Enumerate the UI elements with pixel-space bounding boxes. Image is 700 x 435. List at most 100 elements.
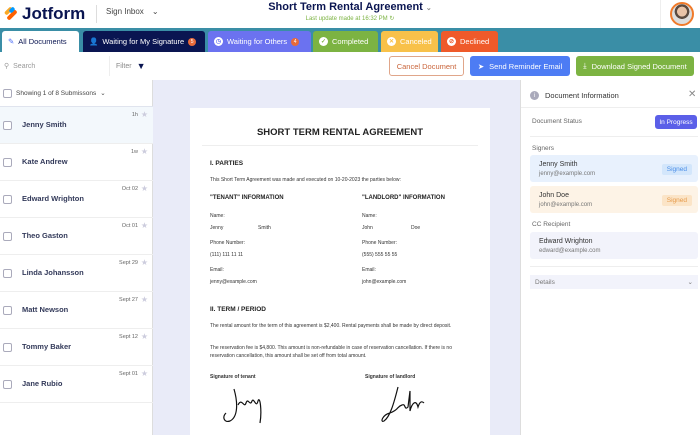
details-dropdown[interactable]: Details ⌄ <box>530 275 698 289</box>
filter-button[interactable]: Filter ▼ <box>110 56 150 76</box>
x-circle-icon: ✕ <box>387 37 396 46</box>
label: Email: <box>210 267 224 273</box>
signed-badge: Signed <box>661 164 692 175</box>
refresh-icon[interactable]: ↻ <box>389 16 394 22</box>
list-item[interactable]: Matt Newson Sept 27 ★ <box>0 292 153 329</box>
star-icon[interactable]: ★ <box>141 295 148 304</box>
paragraph: The reservation fee is $4,800. This amou… <box>210 345 452 359</box>
intro-text: This Short Term Agreement was made and e… <box>210 177 401 183</box>
row-checkbox[interactable] <box>3 158 12 167</box>
tab-completed[interactable]: ✓ Completed <box>313 31 378 52</box>
download-signed-button[interactable]: ⤓ Download Signed Document <box>576 56 694 76</box>
panel-header: i Document Information <box>530 91 619 100</box>
tab-all-documents[interactable]: ✎ All Documents <box>2 31 79 52</box>
signer-card[interactable]: John Doe john@example.com Signed <box>530 186 698 213</box>
submission-date: Sept 01 <box>119 371 138 377</box>
submission-date: Oct 01 <box>121 223 138 229</box>
send-reminder-button[interactable]: ➤ Send Reminder Email <box>470 56 570 76</box>
divider <box>530 266 698 267</box>
submitter-name: Kate Andrew <box>22 157 68 166</box>
list-item[interactable]: Kate Andrew 1w ★ <box>0 144 153 181</box>
last-update: Last update made at 16:32 PM ↻ <box>0 15 700 22</box>
signer-name: Jenny Smith <box>539 161 578 168</box>
submitter-name: Theo Gaston <box>22 231 68 240</box>
filter-label: Filter <box>116 62 132 70</box>
document-title[interactable]: Short Term Rental Agreement ⌄ <box>0 1 700 13</box>
tab-bar: ✎ All Documents 👤 Waiting for My Signature… <box>0 28 700 52</box>
row-checkbox[interactable] <box>3 195 12 204</box>
tab-waiting-for-others[interactable]: ◷ Waiting for Others 4 <box>208 31 311 52</box>
doc-title: SHORT TERM RENTAL AGREEMENT <box>256 127 424 138</box>
submission-date: Sept 29 <box>119 260 138 266</box>
cc-card[interactable]: Edward Wrighton edward@example.com <box>530 232 698 259</box>
row-checkbox[interactable] <box>3 121 12 130</box>
list-item[interactable]: Jane Rubio Sept 01 ★ <box>0 366 153 403</box>
label: Email: <box>362 267 376 273</box>
row-checkbox[interactable] <box>3 269 12 278</box>
send-icon: ➤ <box>477 61 485 71</box>
tenant-email: jenny@example.com <box>210 279 257 285</box>
user-icon: 👤 <box>89 37 99 46</box>
divider <box>202 145 478 146</box>
cancel-document-button[interactable]: Cancel Document <box>389 56 464 76</box>
row-checkbox[interactable] <box>3 380 12 389</box>
select-all-checkbox[interactable] <box>3 88 12 98</box>
tab-label: All Documents <box>18 37 67 46</box>
signers-label: Signers <box>532 145 555 152</box>
avatar[interactable] <box>670 2 694 26</box>
tenant-signature <box>223 388 262 424</box>
signature-label: Signature of tenant <box>210 374 256 380</box>
star-icon[interactable]: ★ <box>141 221 148 230</box>
clock-icon: ◷ <box>214 37 223 46</box>
list-item[interactable]: Theo Gaston Oct 01 ★ <box>0 218 153 255</box>
button-label: Cancel Document <box>396 61 457 71</box>
list-item[interactable]: Edward Wrighton Oct 02 ★ <box>0 181 153 218</box>
landlord-heading: "LANDLORD" INFORMATION <box>362 195 445 201</box>
close-icon[interactable]: ✕ <box>688 89 696 100</box>
panel-title: Document Information <box>545 91 619 100</box>
search-icon: ⚲ <box>4 63 10 70</box>
star-icon[interactable]: ★ <box>141 147 148 156</box>
status-badge: In Progress <box>655 115 697 129</box>
tab-declined[interactable]: ⊘ Declined <box>441 31 498 52</box>
list-item[interactable]: Tommy Baker Sept 12 ★ <box>0 329 153 366</box>
tab-waiting-for-my-signature[interactable]: 👤 Waiting for My Signature 5 <box>83 31 205 52</box>
landlord-first-name: John <box>362 225 373 231</box>
row-checkbox[interactable] <box>3 232 12 241</box>
button-label: Download Signed Document <box>591 61 687 71</box>
ban-icon: ⊘ <box>447 37 456 46</box>
cc-name: Edward Wrighton <box>539 238 593 245</box>
search-placeholder: Search <box>13 62 36 70</box>
star-icon[interactable]: ★ <box>141 184 148 193</box>
documents-icon: ✎ <box>8 37 15 46</box>
submission-date: Sept 12 <box>119 334 138 340</box>
cc-email: edward@example.com <box>539 248 601 254</box>
signer-card[interactable]: Jenny Smith jenny@example.com Signed <box>530 155 698 182</box>
landlord-last-name: Doe <box>411 225 421 231</box>
star-icon[interactable]: ★ <box>141 110 148 119</box>
star-icon[interactable]: ★ <box>141 258 148 267</box>
tab-label: Declined <box>460 37 490 46</box>
tenant-heading: "TENANT" INFORMATION <box>210 195 284 201</box>
tab-label: Canceled <box>400 37 432 46</box>
submission-date: 1h <box>131 112 138 118</box>
divider <box>660 0 661 28</box>
label: Name: <box>362 213 377 219</box>
submission-date: 1w <box>130 149 138 155</box>
tenant-phone: (111) 111 11 11 <box>210 252 244 258</box>
divider <box>521 107 700 108</box>
submitter-name: Jane Rubio <box>22 379 63 388</box>
row-checkbox[interactable] <box>3 306 12 315</box>
star-icon[interactable]: ★ <box>141 332 148 341</box>
list-item[interactable]: Linda Johansson Sept 29 ★ <box>0 255 153 292</box>
showing-dropdown[interactable]: Showing 1 of 8 Submissons ⌄ <box>0 80 153 107</box>
tab-canceled[interactable]: ✕ Canceled <box>381 31 438 52</box>
search-input[interactable]: ⚲ Search <box>0 56 110 76</box>
signer-email: jenny@example.com <box>539 171 596 177</box>
details-label: Details <box>535 278 555 286</box>
submitter-name: Edward Wrighton <box>22 194 84 203</box>
row-checkbox[interactable] <box>3 343 12 352</box>
list-item[interactable]: Jenny Smith 1h ★ <box>0 107 153 144</box>
star-icon[interactable]: ★ <box>141 369 148 378</box>
submitter-name: Linda Johansson <box>22 268 84 277</box>
